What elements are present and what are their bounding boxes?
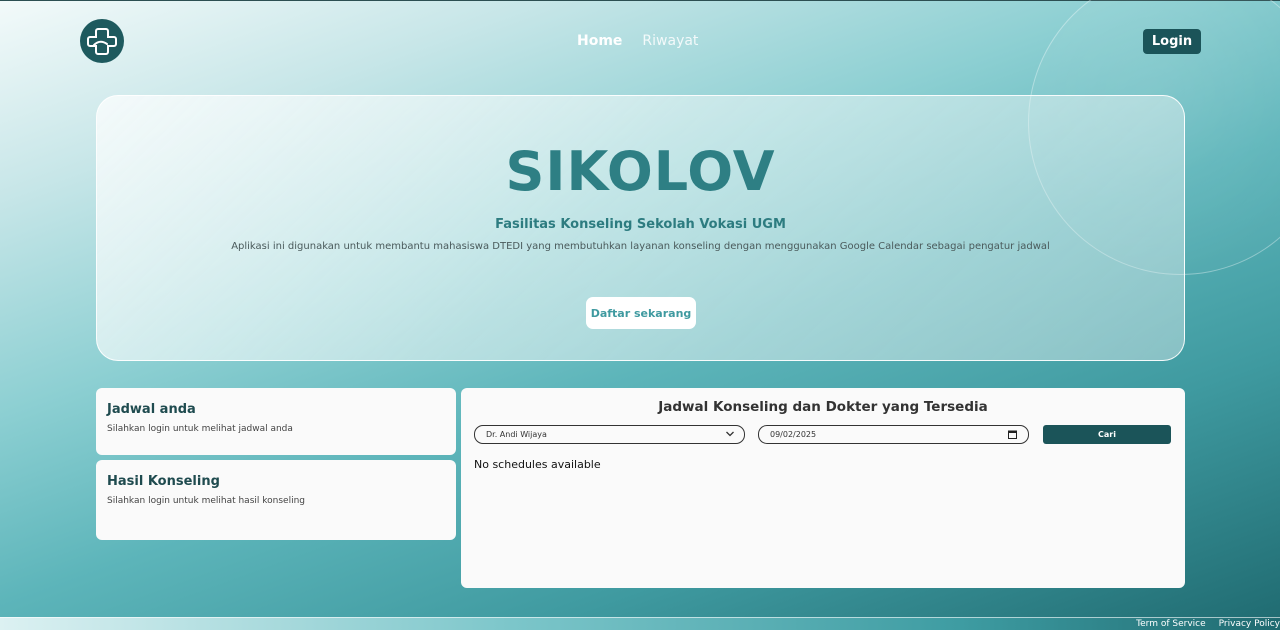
footer: Term of Service Privacy Policy — [0, 617, 1280, 630]
hasil-konseling-text: Silahkan login untuk melihat hasil konse… — [107, 496, 305, 506]
logo[interactable] — [80, 19, 124, 63]
hero-subtitle: Fasilitas Konseling Sekolah Vokasi UGM — [495, 217, 786, 232]
footer-links: Term of Service Privacy Policy — [1136, 619, 1280, 629]
empty-schedule-message: No schedules available — [474, 458, 601, 471]
cari-button[interactable]: Cari — [1043, 425, 1171, 444]
nav-home[interactable]: Home — [577, 33, 622, 49]
daftar-sekarang-button[interactable]: Daftar sekarang — [586, 297, 696, 329]
calendar-icon[interactable] — [1008, 430, 1017, 439]
main-nav: Home Riwayat — [577, 33, 698, 49]
doctor-select[interactable]: Dr. Andi Wijaya — [474, 425, 745, 444]
hero-description: Aplikasi ini digunakan untuk membantu ma… — [231, 241, 1050, 252]
hero-card: SIKOLOV Fasilitas Konseling Sekolah Voka… — [96, 95, 1185, 361]
hasil-konseling-title: Hasil Konseling — [107, 474, 220, 489]
nav-riwayat[interactable]: Riwayat — [642, 33, 698, 49]
date-input-value: 09/02/2025 — [770, 430, 817, 439]
chevron-down-icon — [726, 431, 734, 437]
jadwal-anda-text: Silahkan login untuk melihat jadwal anda — [107, 424, 293, 434]
medical-cross-logo-icon — [87, 28, 117, 55]
date-input[interactable]: 09/02/2025 — [758, 425, 1029, 444]
doctor-select-value: Dr. Andi Wijaya — [486, 430, 547, 439]
schedule-panel-title: Jadwal Konseling dan Dokter yang Tersedi… — [658, 399, 988, 415]
hasil-konseling-card: Hasil Konseling Silahkan login untuk mel… — [96, 460, 456, 540]
privacy-policy-link[interactable]: Privacy Policy — [1219, 619, 1280, 629]
terms-of-service-link[interactable]: Term of Service — [1136, 619, 1205, 629]
hero-title: SIKOLOV — [505, 140, 776, 203]
login-button[interactable]: Login — [1143, 29, 1201, 54]
jadwal-anda-title: Jadwal anda — [107, 402, 196, 417]
jadwal-anda-card: Jadwal anda Silahkan login untuk melihat… — [96, 388, 456, 455]
schedule-panel: Jadwal Konseling dan Dokter yang Tersedi… — [461, 388, 1185, 588]
